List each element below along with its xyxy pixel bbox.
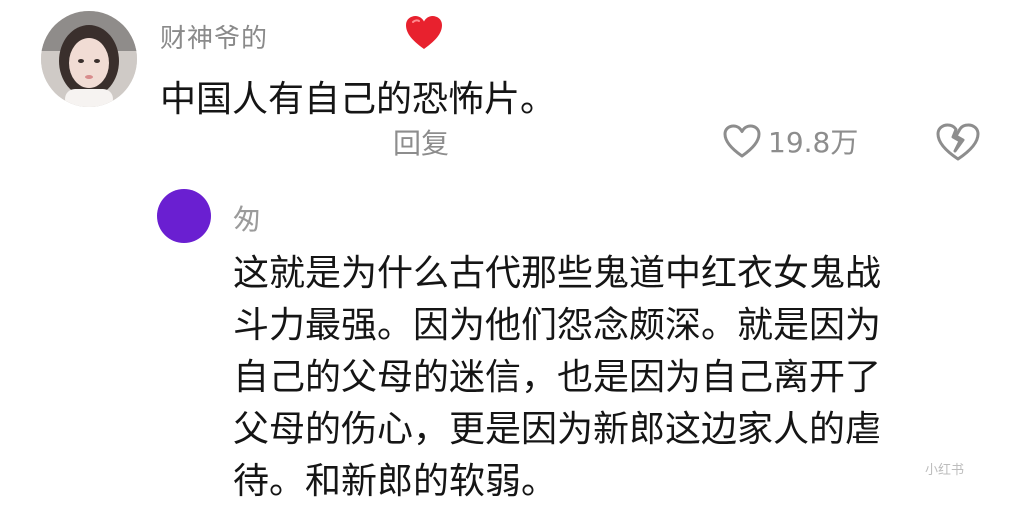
watermark: 小红书: [925, 463, 965, 478]
reply-text: 这就是为什么古代那些鬼道中红衣女鬼战 斗力最强。因为他们怨念颇深。就是因为 自己…: [233, 248, 881, 508]
user-avatar[interactable]: [41, 11, 137, 107]
reply-user-avatar[interactable]: [157, 189, 211, 243]
reply-username[interactable]: 匆: [233, 198, 261, 238]
like-count: 19.8万: [768, 126, 859, 159]
reply-text-line: 这就是为什么古代那些鬼道中红衣女鬼战: [233, 253, 882, 294]
reply-text-line: 斗力最强。因为他们怨念颇深。就是因为: [233, 305, 882, 346]
woman-portrait-avatar-image: [41, 11, 137, 107]
reply-text-line: 父母的伤心，更是因为新郎这边家人的虐: [233, 409, 882, 450]
heart-outline-icon: [723, 124, 761, 158]
broken-heart-icon[interactable]: [934, 121, 982, 163]
comment-text: 中国人有自己的恐怖片。: [160, 79, 557, 120]
reply-text-line: 自己的父母的迷信，也是因为自己离开了: [233, 357, 882, 398]
comment-username[interactable]: 财神爷的: [160, 18, 268, 55]
reply-button[interactable]: 回复: [393, 122, 449, 162]
like-button[interactable]: 19.8万: [722, 121, 858, 161]
reply-text-line: 待。和新郎的软弱。: [233, 461, 558, 502]
red-heart-emoji-icon: [406, 16, 442, 49]
